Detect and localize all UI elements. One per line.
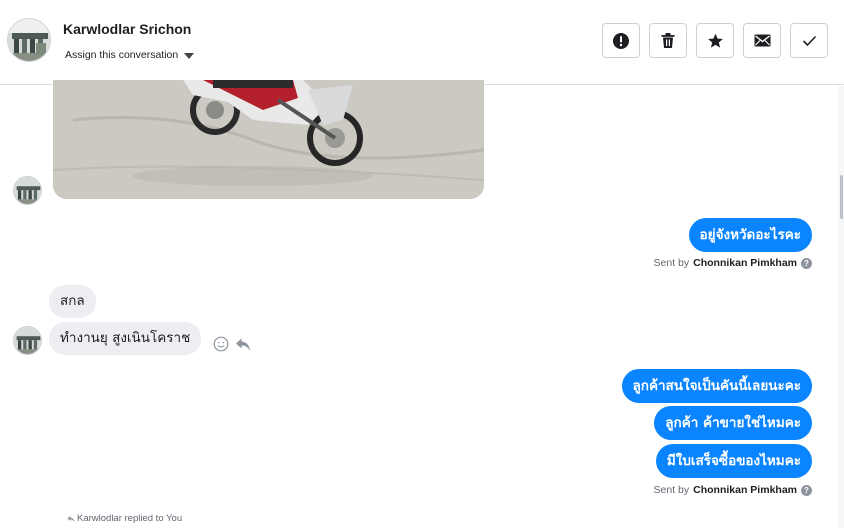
sent-by-label: Sent by Chonnikan Pimkham ? <box>654 257 812 269</box>
contact-avatar-small[interactable] <box>13 176 42 205</box>
conversation-header: Karwlodlar Srichon Assign this conversat… <box>0 0 844 85</box>
outgoing-message[interactable]: ลูกค้า ค้าขายใช่ไหมคะ <box>654 406 812 440</box>
checkmark-icon <box>802 35 816 46</box>
reply-icon[interactable] <box>235 337 251 352</box>
sent-by-agent: Chonnikan Pimkham <box>693 484 797 496</box>
sent-by-agent: Chonnikan Pimkham <box>693 257 797 269</box>
contact-avatar-small[interactable] <box>13 326 42 355</box>
smiley-reaction-icon[interactable] <box>213 336 229 352</box>
assign-conversation-dropdown[interactable]: Assign this conversation <box>65 49 195 61</box>
contact-avatar[interactable] <box>7 18 51 62</box>
help-icon[interactable]: ? <box>801 257 812 269</box>
outgoing-message[interactable]: อยู่จังหวัดอะไรคะ <box>688 218 812 252</box>
chevron-down-icon <box>184 52 195 59</box>
incoming-message[interactable]: สกล <box>49 285 96 318</box>
mark-unread-button[interactable] <box>743 23 781 58</box>
exclamation-icon <box>613 32 629 49</box>
outgoing-message[interactable]: ลูกค้าสนใจเป็นคันนี้เลยนะคะ <box>621 369 812 403</box>
envelope-icon <box>754 34 770 47</box>
sent-by-label: Sent by Chonnikan Pimkham ? <box>654 484 812 496</box>
photo-attachment[interactable] <box>53 80 484 199</box>
delete-button[interactable] <box>649 23 687 58</box>
help-icon[interactable]: ? <box>801 484 812 496</box>
reply-indicator: Karwlodlar replied to You <box>67 513 182 524</box>
star-button[interactable] <box>696 23 734 58</box>
scrollbar-thumb[interactable] <box>840 175 843 219</box>
incoming-message[interactable]: ทำงานยุ สูงเนินโคราช <box>49 322 202 355</box>
scrollbar-track[interactable] <box>838 86 844 528</box>
star-icon <box>707 33 723 48</box>
contact-name[interactable]: Karwlodlar Srichon <box>63 21 191 37</box>
sent-by-prefix: Sent by <box>653 484 690 496</box>
sent-by-prefix: Sent by <box>653 257 690 269</box>
mark-done-button[interactable] <box>790 23 828 58</box>
reply-arrow-icon <box>67 515 75 522</box>
outgoing-message[interactable]: มีใบเสร็จซื้อของไหมคะ <box>655 444 812 478</box>
assign-label: Assign this conversation <box>65 49 179 61</box>
reply-note-text: Karwlodlar replied to You <box>77 513 183 524</box>
message-tools <box>213 336 251 352</box>
conversation-actions <box>602 23 828 58</box>
motorcycle-photo <box>53 80 484 199</box>
trash-icon <box>661 33 675 48</box>
mark-spam-button[interactable] <box>602 23 640 58</box>
